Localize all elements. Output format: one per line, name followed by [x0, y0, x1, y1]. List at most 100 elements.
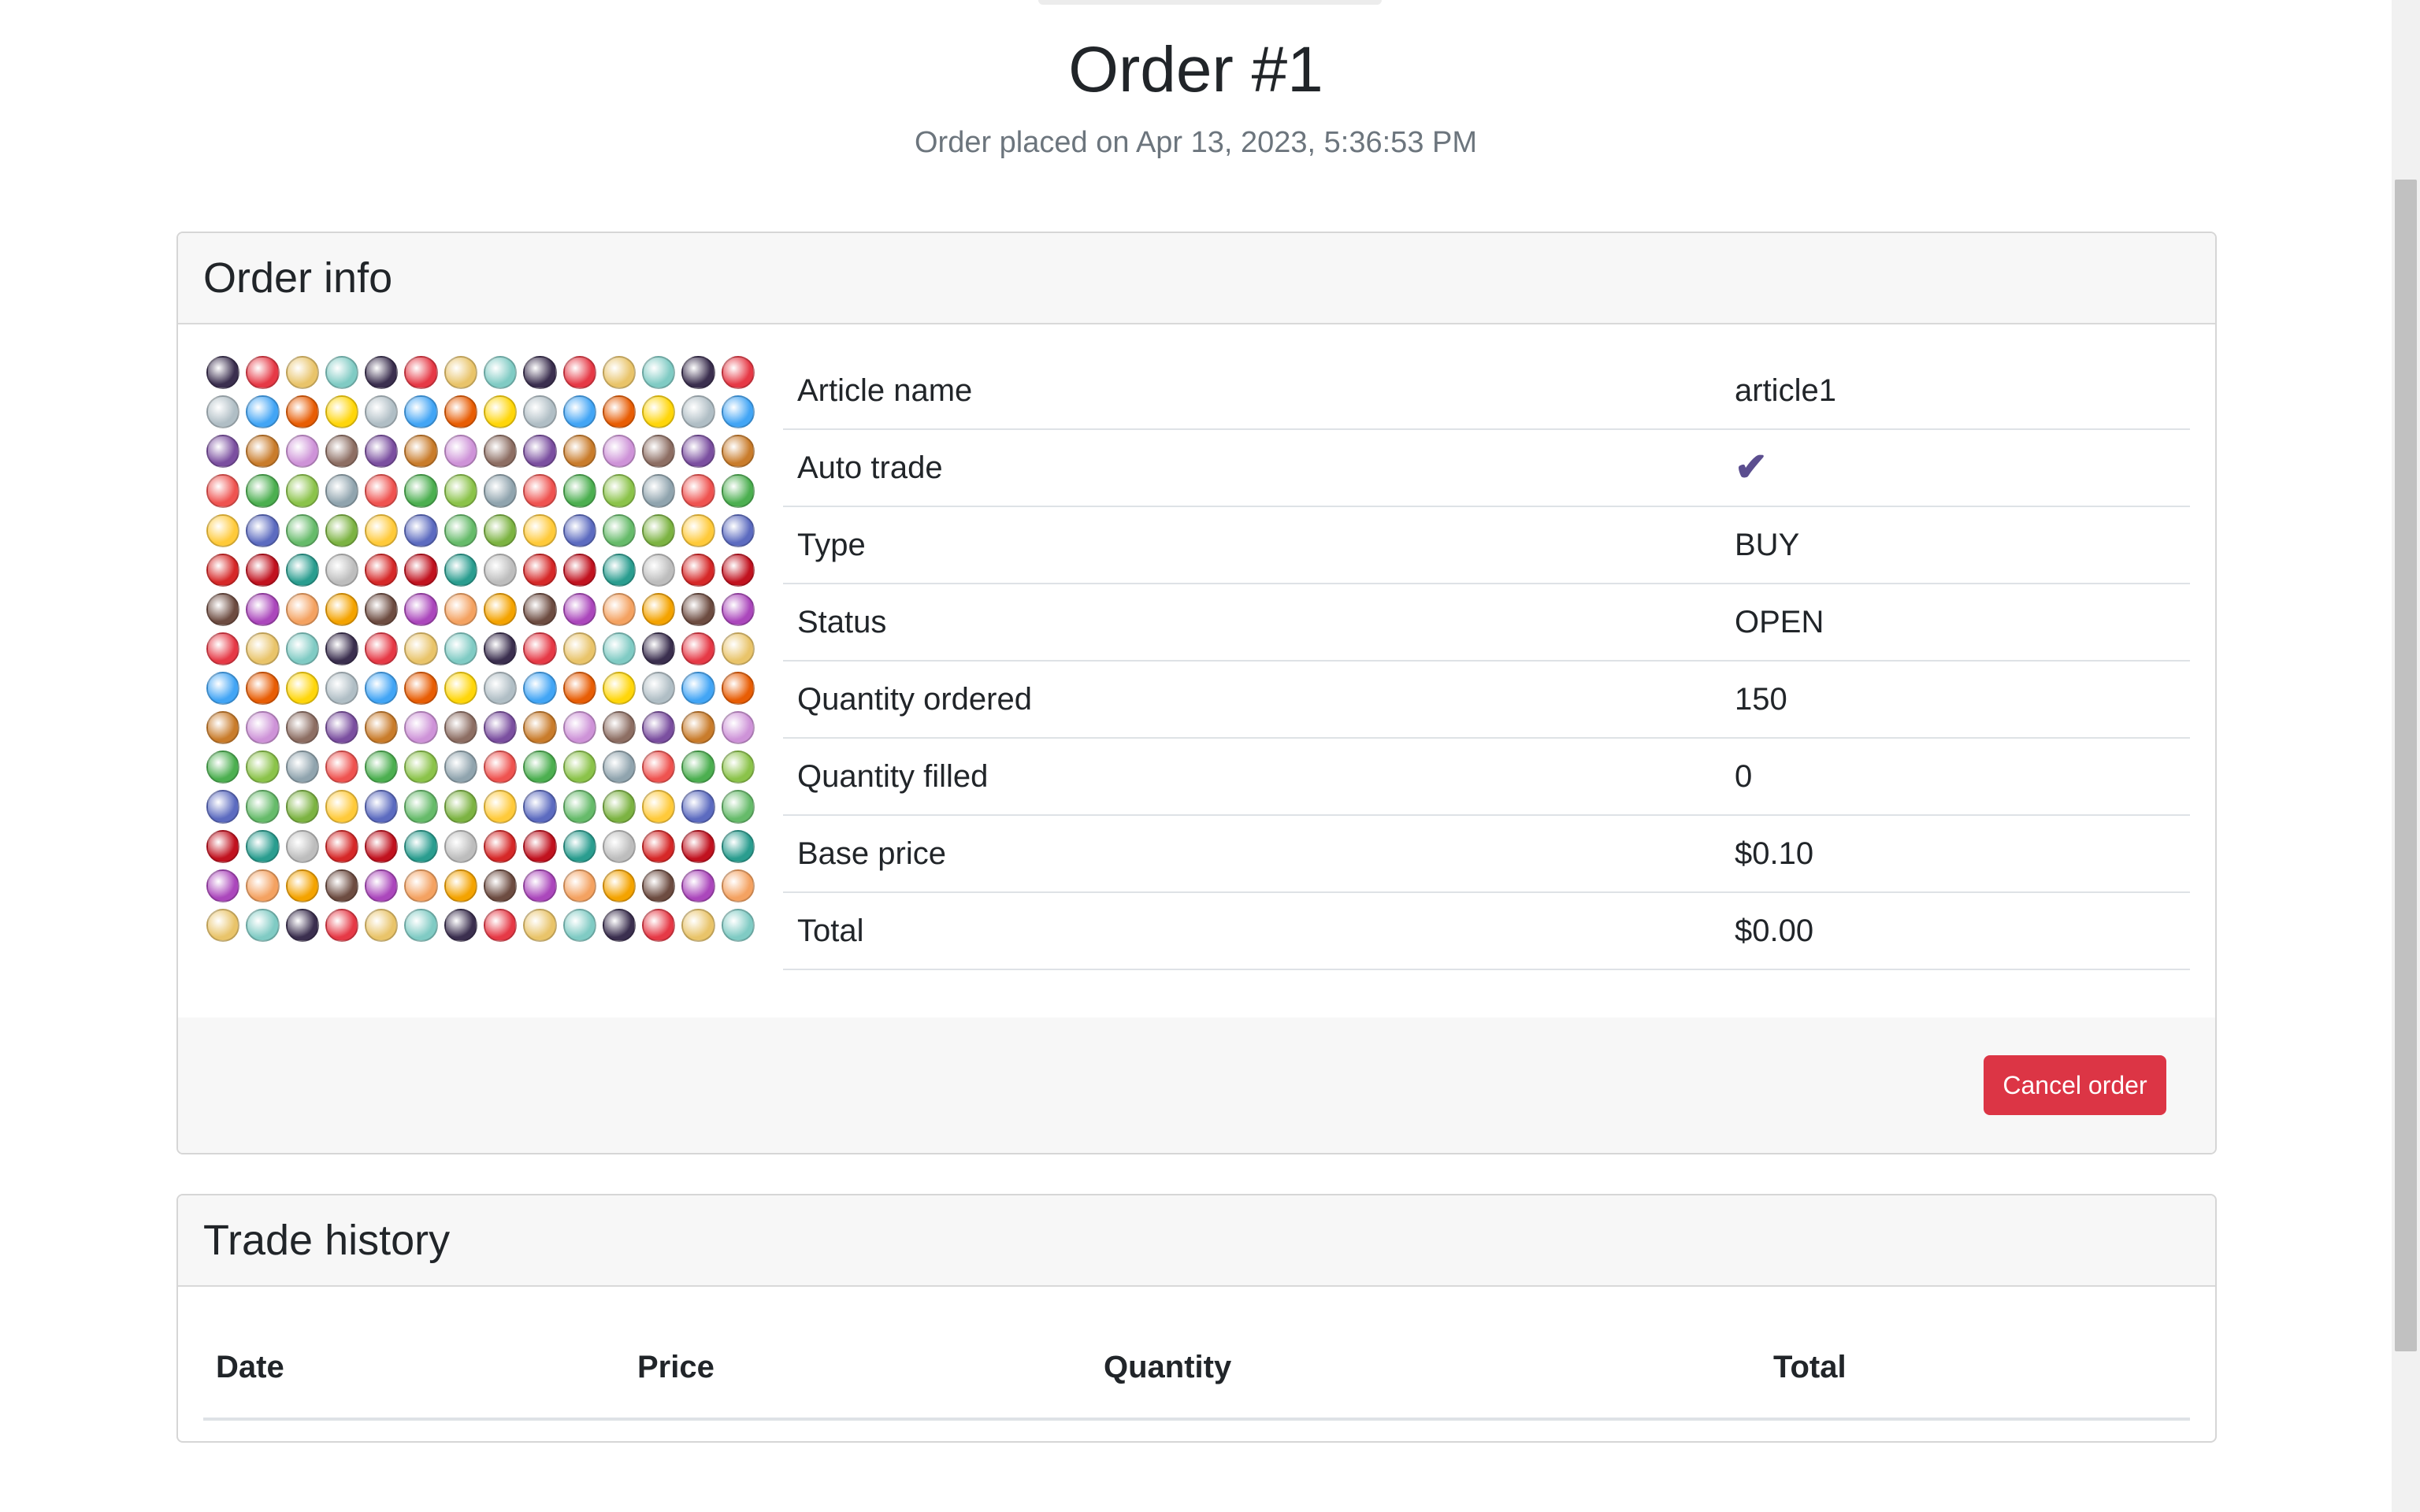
item-sprite	[602, 750, 637, 784]
item-sprite	[642, 592, 676, 626]
item-sprite	[365, 592, 399, 626]
item-sprite	[681, 750, 715, 784]
item-sprite	[325, 869, 359, 902]
item-sprite	[325, 750, 359, 784]
article-name-label: Article name	[783, 353, 1720, 430]
item-sprite	[404, 435, 438, 469]
item-sprite	[681, 711, 715, 745]
item-sprite	[602, 790, 637, 824]
item-sprite	[523, 395, 557, 429]
scrollbar-thumb[interactable]	[2395, 180, 2417, 1351]
item-sprite	[325, 829, 359, 863]
item-sprite	[246, 672, 280, 706]
quantity-filled-label: Quantity filled	[783, 738, 1720, 816]
item-sprite	[523, 790, 557, 824]
item-sprite	[246, 750, 280, 784]
item-sprite	[444, 513, 477, 547]
page-title: Order #1	[1068, 34, 1323, 106]
item-sprite	[325, 435, 359, 469]
item-sprite	[325, 790, 359, 824]
item-sprite	[206, 672, 240, 706]
quantity-ordered-label: Quantity ordered	[783, 661, 1720, 739]
item-sprite	[602, 553, 637, 587]
item-sprite	[246, 908, 280, 942]
item-sprite	[523, 356, 557, 390]
item-sprite	[642, 513, 676, 547]
item-sprite	[404, 869, 438, 902]
status-label: Status	[783, 584, 1720, 662]
item-sprite	[602, 829, 637, 863]
item-sprite	[404, 829, 438, 863]
item-sprite	[681, 908, 715, 942]
item-sprite	[483, 356, 518, 390]
item-sprite	[285, 513, 319, 547]
item-sprite	[721, 356, 755, 390]
cancel-order-button[interactable]: Cancel order	[1984, 1055, 2166, 1115]
item-sprite	[602, 513, 637, 547]
trade-history-table: Date Price Quantity Total	[203, 1317, 2190, 1421]
item-sprite	[365, 632, 399, 666]
base-price-label: Base price	[783, 815, 1720, 893]
item-sprite	[642, 672, 676, 706]
item-sprite	[721, 672, 755, 706]
item-sprite	[602, 474, 637, 508]
item-sprite	[642, 869, 676, 902]
item-sprite	[602, 672, 637, 706]
item-sprite	[483, 711, 518, 745]
status-value: OPEN	[1720, 584, 2190, 662]
item-sprite	[562, 711, 596, 745]
item-sprite	[206, 553, 240, 587]
item-sprite	[246, 435, 280, 469]
item-sprite	[681, 395, 715, 429]
auto-trade-label: Auto trade	[783, 429, 1720, 507]
item-sprite	[444, 869, 477, 902]
item-sprite	[206, 592, 240, 626]
item-sprite	[562, 592, 596, 626]
item-sprite	[721, 632, 755, 666]
base-price-value: $0.10	[1720, 815, 2190, 893]
item-sprite	[444, 435, 477, 469]
item-sprite	[602, 632, 637, 666]
item-sprite	[523, 908, 557, 942]
item-sprite	[642, 711, 676, 745]
item-sprite	[246, 632, 280, 666]
item-sprite	[365, 790, 399, 824]
item-sprite	[404, 908, 438, 942]
item-sprite	[562, 435, 596, 469]
item-sprite	[562, 395, 596, 429]
item-sprite	[246, 553, 280, 587]
auto-trade-value: ✔	[1720, 429, 2190, 507]
item-sprite	[681, 553, 715, 587]
item-sprite	[444, 592, 477, 626]
item-sprite	[721, 790, 755, 824]
item-sprite	[365, 672, 399, 706]
item-sprite	[642, 908, 676, 942]
checkmark-icon: ✔	[1735, 445, 1768, 489]
vertical-scrollbar[interactable]	[2392, 0, 2420, 1512]
item-sprite	[483, 435, 518, 469]
item-sprite	[285, 395, 319, 429]
item-sprite	[721, 553, 755, 587]
item-sprite	[206, 908, 240, 942]
item-sprite	[483, 750, 518, 784]
item-sprite	[285, 790, 319, 824]
item-sprite	[642, 395, 676, 429]
item-sprite	[602, 435, 637, 469]
item-sprite	[523, 750, 557, 784]
item-sprite	[721, 869, 755, 902]
item-sprite	[365, 908, 399, 942]
row-status: Status OPEN	[783, 584, 2190, 662]
item-sprite	[404, 592, 438, 626]
item-sprite	[523, 435, 557, 469]
item-sprite	[642, 474, 676, 508]
item-sprite	[602, 356, 637, 390]
item-sprite	[681, 790, 715, 824]
item-sprite	[681, 474, 715, 508]
item-sprite	[562, 632, 596, 666]
item-sprite	[523, 829, 557, 863]
quantity-filled-value: 0	[1720, 738, 2190, 816]
column-date: Date	[203, 1317, 625, 1421]
item-sprite	[721, 474, 755, 508]
item-sprite	[365, 829, 399, 863]
item-sprite	[365, 869, 399, 902]
